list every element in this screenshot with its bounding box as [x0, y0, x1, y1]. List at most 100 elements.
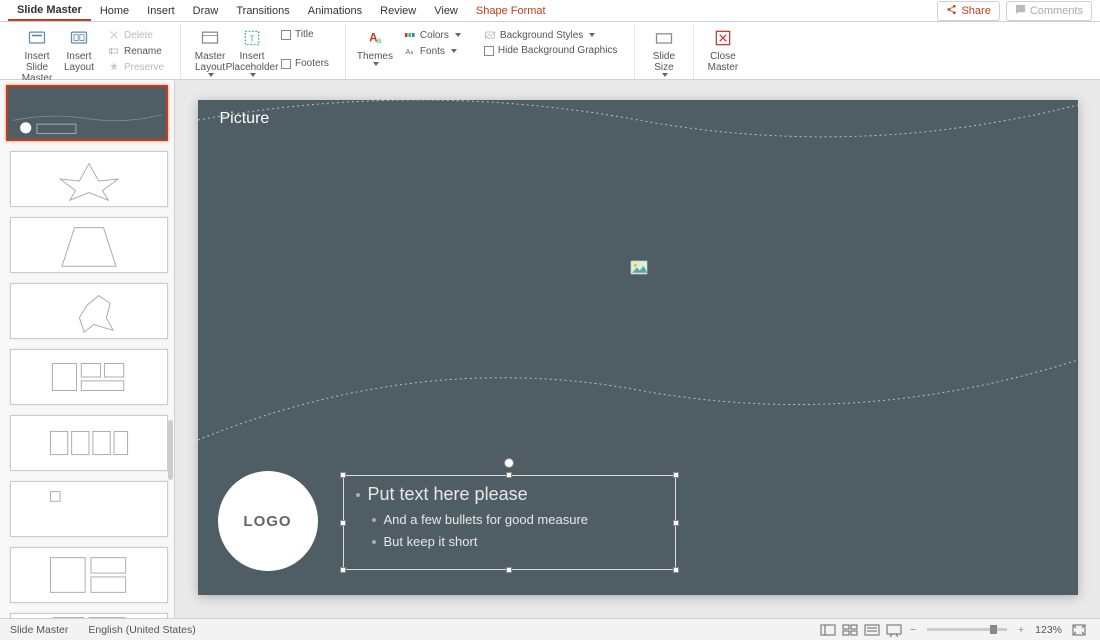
status-language[interactable]: English (United States) [88, 624, 195, 636]
zoom-slider-knob[interactable] [990, 625, 997, 634]
picture-placeholder-label: Picture [220, 110, 270, 128]
insert-placeholder-button[interactable]: T Insert Placeholder [231, 26, 273, 77]
layout-thumbnail[interactable] [10, 547, 168, 603]
slide[interactable]: Picture LOGO Put text here please A [198, 100, 1078, 595]
tab-draw[interactable]: Draw [184, 2, 228, 20]
checkbox-icon [484, 46, 494, 56]
status-bar: Slide Master English (United States) − +… [0, 618, 1100, 640]
chevron-down-icon [208, 73, 214, 77]
preserve-button[interactable]: Preserve [104, 60, 168, 74]
tab-home[interactable]: Home [91, 2, 138, 20]
fit-to-window-button[interactable] [1071, 623, 1087, 637]
textbox-bullet: But keep it short [384, 531, 478, 553]
master-thumbnail[interactable] [6, 85, 168, 141]
svg-text:a: a [377, 35, 382, 45]
normal-view-button[interactable] [820, 623, 836, 637]
resize-handle[interactable] [340, 567, 346, 573]
rename-button[interactable]: Rename [104, 44, 168, 58]
resize-handle[interactable] [673, 567, 679, 573]
tab-transitions[interactable]: Transitions [227, 2, 298, 20]
ribbon-group-master-layout: Master Layout T Insert Placeholder Title… [181, 24, 346, 79]
zoom-slider[interactable] [927, 628, 1007, 631]
ribbon-group-close: Close Master [694, 24, 752, 79]
insert-layout-button[interactable]: Insert Layout [58, 26, 100, 73]
layout-thumbnail[interactable] [10, 283, 168, 339]
rotate-handle[interactable] [504, 458, 514, 468]
layout-thumbnail[interactable] [10, 481, 168, 537]
layout-thumbnail[interactable] [10, 613, 168, 618]
close-icon [713, 28, 733, 48]
chevron-down-icon [589, 33, 595, 37]
chevron-down-icon [455, 33, 461, 37]
tab-review[interactable]: Review [371, 2, 425, 20]
share-button[interactable]: Share [937, 1, 999, 21]
zoom-out-button[interactable]: − [905, 624, 921, 636]
close-master-button[interactable]: Close Master [702, 26, 744, 73]
delete-icon [108, 29, 120, 41]
resize-handle[interactable] [340, 520, 346, 526]
fonts-button[interactable]: AaFonts [400, 44, 472, 58]
logo-placeholder[interactable]: LOGO [218, 471, 318, 571]
chevron-down-icon [451, 49, 457, 53]
zoom-level[interactable]: 123% [1035, 624, 1062, 636]
ribbon-group-edit-theme: Aa Themes Colors AaFonts Background Styl… [346, 24, 635, 79]
zoom-in-button[interactable]: + [1013, 624, 1029, 636]
svg-text:T: T [249, 33, 254, 43]
workspace: Picture LOGO Put text here please A [0, 80, 1100, 618]
slide-canvas[interactable]: Picture LOGO Put text here please A [175, 80, 1100, 618]
slide-size-icon [654, 28, 674, 48]
tab-slide-master[interactable]: Slide Master [8, 1, 91, 21]
insert-slide-master-button[interactable]: Insert Slide Master [16, 26, 58, 84]
resize-handle[interactable] [340, 472, 346, 478]
layout-thumbnail[interactable] [10, 151, 168, 207]
share-icon [946, 4, 957, 18]
ribbon-group-edit-master: Insert Slide Master Insert Layout Delete… [8, 24, 181, 79]
background-styles-icon [484, 29, 496, 41]
background-styles-button[interactable]: Background Styles [480, 28, 622, 42]
thumbnail-panel[interactable] [0, 80, 175, 618]
master-layout-icon [200, 28, 220, 48]
resize-handle[interactable] [506, 472, 512, 478]
rename-icon [108, 45, 120, 57]
colors-button[interactable]: Colors [400, 28, 472, 42]
picture-icon [630, 260, 648, 274]
tab-insert[interactable]: Insert [138, 2, 184, 20]
checkbox-icon [281, 30, 291, 40]
colors-icon [404, 29, 416, 41]
themes-button[interactable]: Aa Themes [354, 26, 396, 66]
delete-button[interactable]: Delete [104, 28, 168, 42]
reading-view-button[interactable] [864, 623, 880, 637]
sorter-view-button[interactable] [842, 623, 858, 637]
resize-handle[interactable] [506, 567, 512, 573]
fonts-icon: Aa [404, 45, 416, 57]
svg-text:A: A [405, 49, 410, 56]
chevron-down-icon [250, 73, 256, 77]
svg-text:a: a [410, 50, 413, 56]
placeholder-icon: T [242, 28, 262, 48]
footers-checkbox[interactable]: Footers [277, 57, 333, 70]
tab-shape-format[interactable]: Shape Format [467, 2, 555, 20]
ribbon-group-size: Slide Size [635, 24, 694, 79]
checkbox-icon [281, 59, 291, 69]
textbox-bullet: And a few bullets for good measure [384, 509, 589, 531]
scrollbar-thumb[interactable] [168, 420, 173, 480]
resize-handle[interactable] [673, 472, 679, 478]
chevron-down-icon [662, 73, 668, 77]
comments-button[interactable]: Comments [1006, 1, 1092, 21]
resize-handle[interactable] [673, 520, 679, 526]
themes-icon: Aa [365, 28, 385, 48]
comment-icon [1015, 4, 1026, 18]
menu-bar: Slide Master Home Insert Draw Transition… [0, 0, 1100, 22]
ribbon: Insert Slide Master Insert Layout Delete… [0, 22, 1100, 80]
status-mode: Slide Master [10, 624, 68, 636]
title-checkbox[interactable]: Title [277, 28, 333, 41]
slide-size-button[interactable]: Slide Size [643, 26, 685, 77]
slideshow-view-button[interactable] [886, 623, 902, 637]
layout-thumbnail[interactable] [10, 349, 168, 405]
hide-background-checkbox[interactable]: Hide Background Graphics [480, 44, 622, 57]
tab-view[interactable]: View [425, 2, 467, 20]
tab-animations[interactable]: Animations [299, 2, 371, 20]
layout-thumbnail[interactable] [10, 415, 168, 471]
text-placeholder[interactable]: Put text here please And a few bullets f… [343, 475, 676, 570]
layout-thumbnail[interactable] [10, 217, 168, 273]
